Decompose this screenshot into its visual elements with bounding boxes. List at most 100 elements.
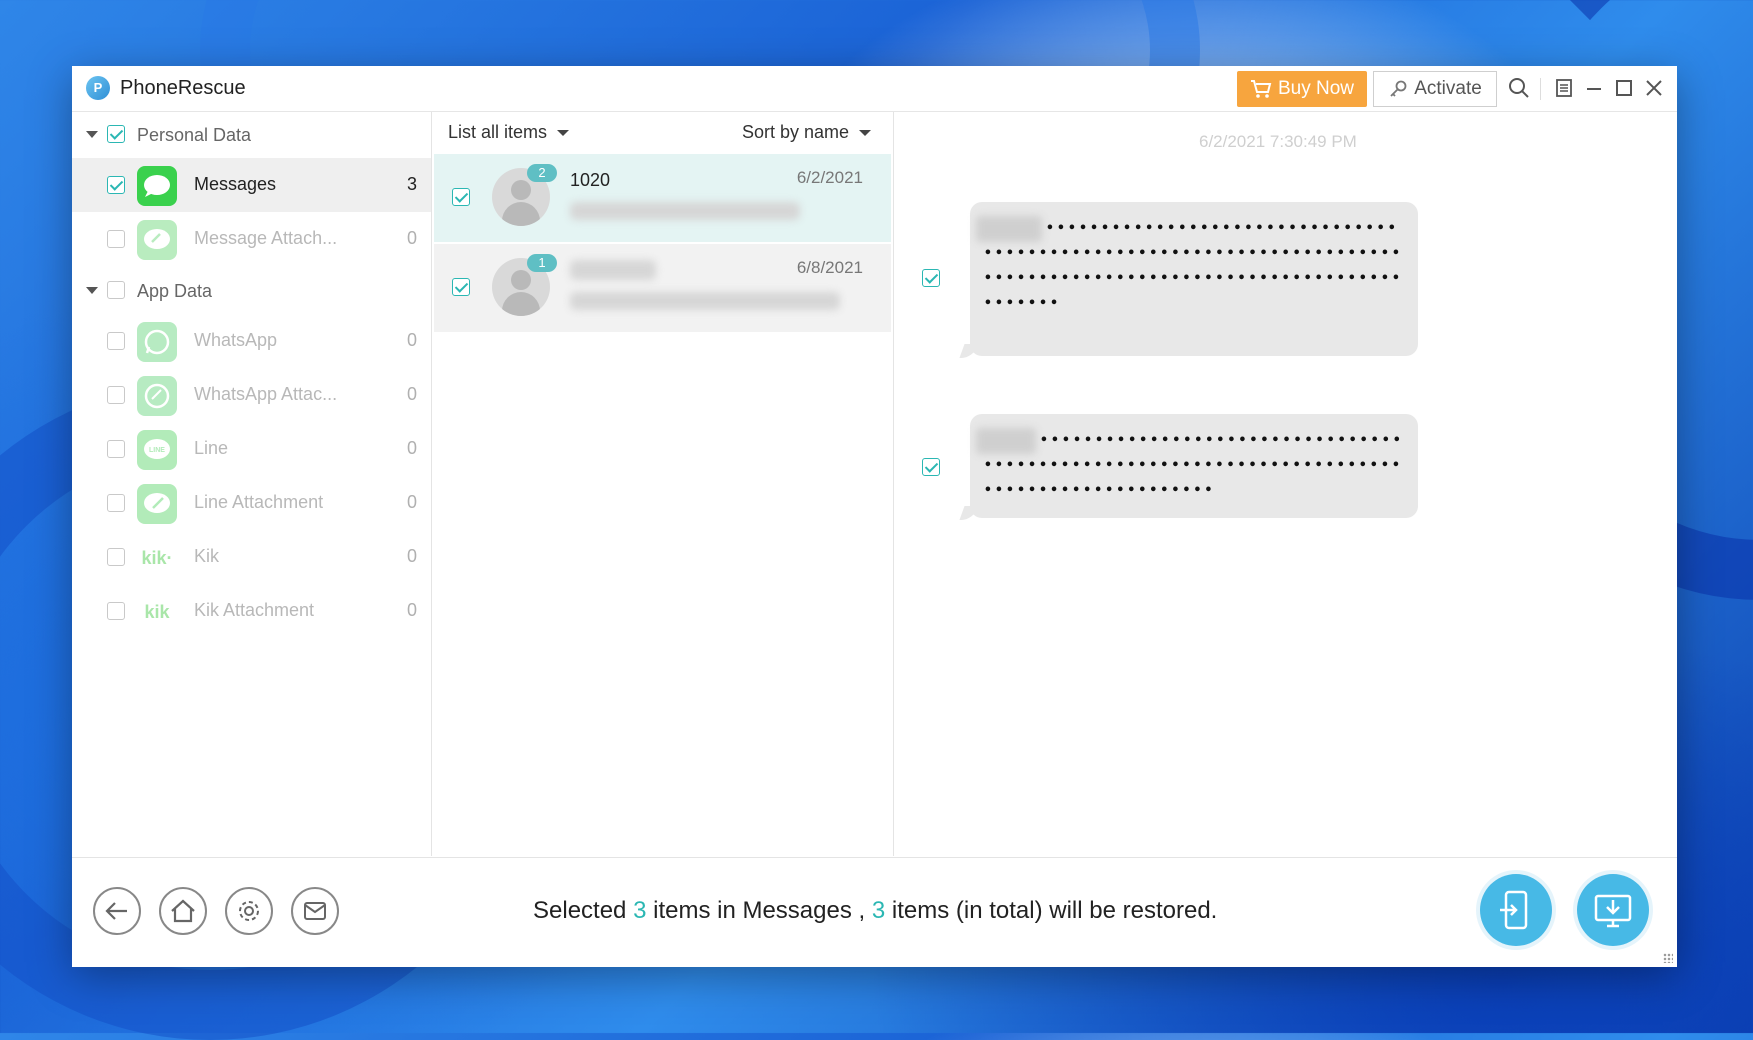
group-label: Personal Data [137, 125, 252, 145]
blurred-sender [976, 216, 1042, 242]
unread-badge: 1 [527, 254, 557, 272]
sidebar-item-count: 0 [406, 384, 417, 404]
mail-icon [304, 902, 326, 920]
bottom-bar: Selected 3 items in Messages , 3 items (… [72, 857, 1677, 967]
whatsapp-icon [137, 322, 177, 362]
unread-badge: 2 [527, 164, 557, 182]
kik-attachments-checkbox[interactable] [107, 602, 125, 620]
recover-to-computer-button[interactable] [1577, 874, 1649, 946]
home-button[interactable] [159, 887, 207, 935]
restore-to-device-button[interactable] [1480, 874, 1552, 946]
conversation-date: 6/2/2021 [796, 168, 863, 187]
sidebar-item-count: 0 [406, 492, 417, 512]
personal-data-checkbox[interactable] [107, 125, 125, 143]
list-filter-dropdown[interactable]: List all items [448, 122, 570, 143]
sidebar-item-count: 0 [406, 228, 417, 248]
group-personal-data[interactable]: Personal Data [72, 112, 431, 156]
maximize-icon[interactable] [1612, 76, 1636, 100]
back-arrow-icon [105, 902, 127, 920]
sidebar-item-label: Line Attachment [194, 492, 324, 512]
caret-down-icon[interactable] [86, 287, 98, 294]
conversation-item[interactable]: 1 6/8/2021 [434, 244, 891, 332]
sidebar-item-label: Kik [194, 546, 220, 566]
app-title: PhoneRescue [120, 77, 246, 99]
sidebar-item-kik[interactable]: kik· Kik 0 [72, 530, 431, 584]
title-separator [1540, 78, 1541, 100]
list-filter-label: List all items [448, 122, 548, 142]
blurred-sender [976, 428, 1036, 454]
message-attachment-icon [137, 220, 177, 260]
sidebar-item-count: 0 [406, 546, 417, 566]
whatsapp-attachment-icon [137, 376, 177, 416]
sidebar-item-count: 0 [406, 600, 417, 620]
sidebar-item-whatsapp[interactable]: WhatsApp 0 [72, 314, 431, 368]
category-sidebar: Personal Data Messages 3 Message Attach.… [72, 112, 432, 856]
gear-icon [239, 901, 259, 921]
cart-icon [1250, 80, 1272, 98]
to-computer-icon [1594, 894, 1632, 928]
blurred-contact-name [570, 260, 656, 280]
kik-icon: kik· [137, 538, 177, 578]
conversation-item[interactable]: 2 1020 6/2/2021 [434, 154, 891, 242]
group-app-data[interactable]: App Data [72, 268, 431, 312]
line-attachments-checkbox[interactable] [107, 494, 125, 512]
activate-button[interactable]: Activate [1373, 71, 1497, 107]
sidebar-item-label: Message Attach... [194, 228, 338, 248]
resize-grip[interactable] [1663, 953, 1673, 963]
message-checkbox[interactable] [922, 458, 940, 476]
caret-down-icon[interactable] [86, 131, 98, 138]
sidebar-item-line[interactable]: LINE Line 0 [72, 422, 431, 476]
key-icon [1390, 80, 1407, 97]
messages-icon [137, 166, 177, 206]
search-icon[interactable] [1507, 76, 1531, 100]
sidebar-item-label: Messages [194, 174, 277, 194]
app-window: P PhoneRescue Buy Now Activate Personal … [72, 66, 1677, 967]
blurred-preview [570, 292, 840, 310]
sidebar-item-label: Kik Attachment [194, 600, 315, 620]
status-suffix: items (in total) will be restored. [885, 897, 1218, 924]
chevron-down-icon [859, 129, 871, 136]
whatsapp-checkbox[interactable] [107, 332, 125, 350]
whatsapp-attachments-checkbox[interactable] [107, 386, 125, 404]
buy-now-button[interactable]: Buy Now [1237, 71, 1367, 107]
settings-button[interactable] [225, 887, 273, 935]
sidebar-item-count: 0 [406, 330, 417, 350]
minimize-icon[interactable] [1582, 76, 1606, 100]
buy-now-label: Buy Now [1277, 78, 1355, 99]
conversation-checkbox[interactable] [452, 188, 470, 206]
kik-checkbox[interactable] [107, 548, 125, 566]
messages-checkbox[interactable] [107, 176, 125, 194]
message-text: ••••••••••••••••••••••••••••••••••••••••… [984, 433, 1404, 498]
sidebar-item-message-attachments[interactable]: Message Attach... 0 [72, 212, 431, 266]
selected-count: 3 [633, 897, 647, 924]
sidebar-item-count: 0 [406, 438, 417, 458]
message-checkbox[interactable] [922, 269, 940, 287]
sidebar-item-whatsapp-attachments[interactable]: WhatsApp Attac... 0 [72, 368, 431, 422]
feedback-button[interactable] [291, 887, 339, 935]
chevron-down-icon [557, 129, 570, 136]
back-button[interactable] [93, 887, 141, 935]
message-attachments-checkbox[interactable] [107, 230, 125, 248]
sort-dropdown[interactable]: Sort by name [742, 122, 871, 143]
menu-icon[interactable] [1552, 76, 1576, 100]
sort-label: Sort by name [741, 122, 849, 142]
conversation-list-panel: List all items Sort by name 2 1020 6/2/2… [432, 112, 894, 856]
message-bubble: ••••••••••••••••••••••••••••••••••••••••… [970, 414, 1418, 518]
close-icon[interactable] [1642, 76, 1666, 100]
to-device-icon [1500, 890, 1528, 930]
app-logo-icon: P [86, 76, 110, 100]
sidebar-item-kik-attachments[interactable]: kik Kik Attachment 0 [72, 584, 431, 638]
total-count: 3 [871, 897, 886, 924]
line-checkbox[interactable] [107, 440, 125, 458]
message-detail-panel: 6/2/2021 7:30:49 PM ••••••••••••••••••••… [894, 112, 1677, 856]
sidebar-item-count: 3 [406, 174, 417, 194]
conversation-name: 1020 [570, 170, 611, 190]
restore-status-text: Selected 3 items in Messages , 3 items (… [533, 897, 1217, 925]
sidebar-item-line-attachments[interactable]: Line Attachment 0 [72, 476, 431, 530]
line-attachment-icon [137, 484, 177, 524]
sidebar-item-messages[interactable]: Messages 3 [72, 158, 431, 212]
app-data-checkbox[interactable] [107, 281, 125, 299]
conversation-checkbox[interactable] [452, 278, 470, 296]
blurred-preview [570, 202, 800, 220]
title-bar: P PhoneRescue Buy Now Activate [72, 66, 1677, 112]
